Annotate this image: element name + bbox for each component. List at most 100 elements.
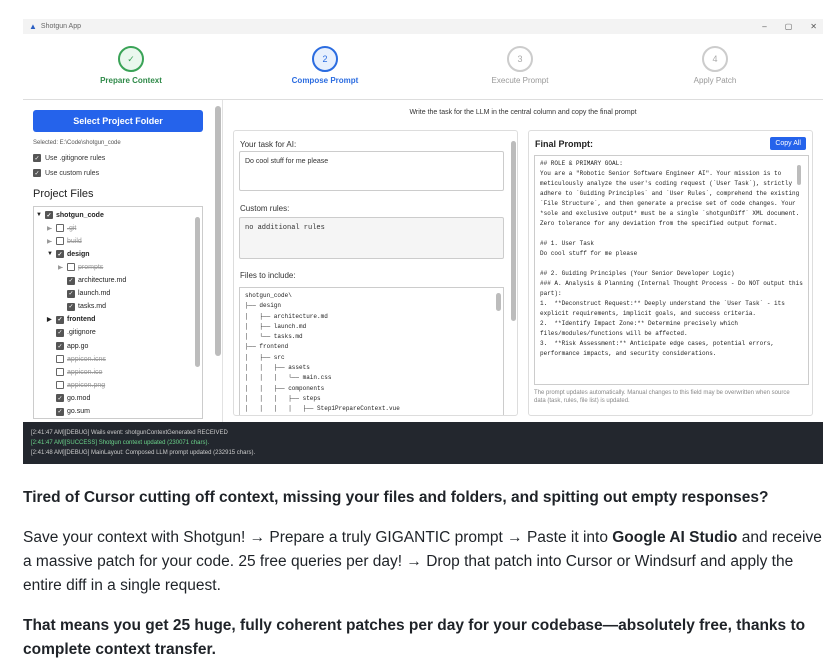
google-ai-studio-text: Google AI Studio [612,529,738,546]
step-circle: 4 [702,46,728,72]
tree-checkbox[interactable]: ✓ [67,289,75,298]
tree-checkbox[interactable]: ✓ [56,394,64,403]
tree-checkbox[interactable]: ✓ [56,328,64,337]
copy-all-button[interactable]: Copy All [770,137,806,150]
minimize-button[interactable]: – [762,22,766,31]
readme-headline: Tired of Cursor cutting off context, mis… [23,489,769,506]
tree-item[interactable]: ✓ go.mod [47,394,90,403]
selected-path: Selected: E:\Code\shotgun_code [33,140,121,146]
tree-checkbox[interactable]: ✓ [67,302,75,311]
tree-twisty-icon[interactable]: ▶ [47,316,53,323]
log-entry: [2:41:47 AM][DEBUG] Wails event: shotgun… [31,428,815,438]
panel-scrollbar[interactable] [511,141,516,321]
tree-checkbox[interactable] [56,237,64,246]
instruction-text: Write the task for the LLM in the centra… [409,109,637,116]
tree-item[interactable]: ✓ architecture.md [58,276,126,285]
tree-item[interactable]: ✓ app.go [47,342,88,350]
step-label: Compose Prompt [291,76,359,85]
tree-checkbox[interactable]: ✓ [56,342,64,350]
tree-item[interactable]: ▶ .git [47,224,77,233]
tree-item[interactable]: ✓ .gitignore [47,328,96,337]
tree-checkbox[interactable]: ✓ [56,315,64,324]
sidebar-scrollbar[interactable] [215,106,221,356]
log-timestamp: [2:41:47 AM][DEBUG] [31,430,92,436]
step-circle: 3 [507,46,533,72]
app-screenshot: ▲ Shotgun App – ▢ ✕ ✓ Prepare Context 2 Co… [23,19,823,464]
tree-twisty-icon[interactable]: ▼ [47,251,53,257]
tree-item[interactable]: appicon.png [47,381,105,390]
tree-item-label: appicon.ico [67,368,103,376]
final-prompt-title: Final Prompt: [535,139,593,149]
tree-item-label: shotgun_code [56,211,104,219]
tree-checkbox[interactable]: ✓ [45,211,53,219]
step-prepare-context[interactable]: ✓ Prepare Context [76,46,186,85]
final-prompt-output[interactable]: ## ROLE & PRIMARY GOAL: You are a "Roboti… [534,155,809,385]
step-label: Apply Patch [693,76,737,85]
project-files-title: Project Files [33,188,94,200]
tree-checkbox[interactable] [67,263,75,272]
tree-item[interactable]: ✓ launch.md [58,289,110,298]
task-input[interactable]: Do cool stuff for me please [239,151,504,191]
gitignore-checkbox[interactable]: ✓ Use .gitignore rules [33,154,105,162]
tree-checkbox[interactable]: ✓ [56,250,64,259]
tree-item-label: design [67,250,90,258]
tree-item[interactable]: ✓ go.sum [47,407,90,416]
tree-item-label: .gitignore [67,329,96,337]
close-button[interactable]: ✕ [810,22,817,31]
auto-update-note: The prompt updates automatically. Manual… [534,390,790,404]
sidebar: Select Project Folder Selected: E:\Code\… [23,100,223,422]
task-label: Your task for AI: [240,140,297,149]
readme-text: Save your context with Shotgun! → Prepar… [23,529,613,546]
custom-rules-checkbox[interactable]: ✓ Use custom rules [33,169,99,177]
log-entry: [2:41:48 AM][DEBUG] MainLayout: Composed… [31,448,815,458]
tree-item[interactable]: appicon.icns [47,355,106,364]
prompt-scrollbar[interactable] [797,165,801,185]
tree-twisty-icon[interactable]: ▶ [47,225,53,232]
tree-checkbox[interactable] [56,381,64,390]
tree-checkbox[interactable] [56,224,64,233]
readme-paragraph-2: That means you get 25 huge, fully cohere… [23,617,806,658]
tree-checkbox[interactable]: ✓ [67,276,75,285]
tree-item[interactable]: ▼ ✓ design [47,250,90,259]
tree-twisty-icon[interactable]: ▼ [36,212,42,218]
prompt-line: ### A. Analysis & Planning (Internal Tho… [540,280,807,297]
prompt-line: ## ROLE & PRIMARY GOAL: [540,160,623,167]
tree-scrollbar[interactable] [195,217,200,367]
tree-item[interactable]: ✓ tasks.md [58,302,106,311]
step-label: Execute Prompt [491,76,549,85]
files-label: Files to include: [240,271,296,280]
gitignore-label: Use .gitignore rules [45,154,106,162]
tree-checkbox[interactable] [56,355,64,364]
log-entry: [2:41:47 AM][SUCCESS] Shotgun context up… [31,438,815,448]
step-apply-patch[interactable]: 4 Apply Patch [660,46,770,85]
file-tree[interactable]: ▼ ✓ shotgun_code ▶ .git ▶ build ▼ ✓ design ▶ prompt… [33,206,203,419]
final-prompt-panel: Final Prompt: Copy All ## ROLE & PRIMARY… [528,130,813,416]
step-circle: ✓ [118,46,144,72]
tree-item-label: .git [67,224,77,232]
maximize-button[interactable]: ▢ [785,22,793,31]
prompt-line [540,229,803,239]
tree-item[interactable]: ▶ ✓ frontend [47,315,95,324]
step-label: Prepare Context [100,76,162,85]
tree-twisty-icon[interactable]: ▶ [47,238,53,245]
tree-item[interactable]: appicon.ico [47,368,103,377]
prompt-line: ## 1. User Task [540,240,595,247]
select-project-folder-button[interactable]: Select Project Folder [33,110,203,132]
log-message: Wails event: shotgunContextGenerated REC… [91,430,228,436]
step-execute-prompt[interactable]: 3 Execute Prompt [465,46,575,85]
files-list[interactable]: shotgun_code\ ├── design │ ├── architect… [239,287,504,415]
step-compose-prompt[interactable]: 2 Compose Prompt [270,46,380,85]
rules-input[interactable]: no additional rules [239,217,504,259]
tree-item[interactable]: ▼ ✓ shotgun_code [36,211,104,219]
tree-item[interactable]: ▶ build [47,237,82,246]
rules-label: Custom rules: [240,204,290,213]
tree-checkbox[interactable]: ✓ [56,407,64,416]
files-scrollbar[interactable] [496,293,501,311]
log-message: MainLayout: Composed LLM prompt updated … [91,450,256,456]
prompt-line: ## 2. Guiding Principles (Your Senior De… [540,270,735,277]
tree-twisty-icon[interactable]: ▶ [58,264,64,271]
tree-item-label: prompts [78,263,104,271]
tree-checkbox[interactable] [56,368,64,377]
prompt-line [540,259,803,269]
tree-item[interactable]: ▶ prompts [58,263,104,272]
